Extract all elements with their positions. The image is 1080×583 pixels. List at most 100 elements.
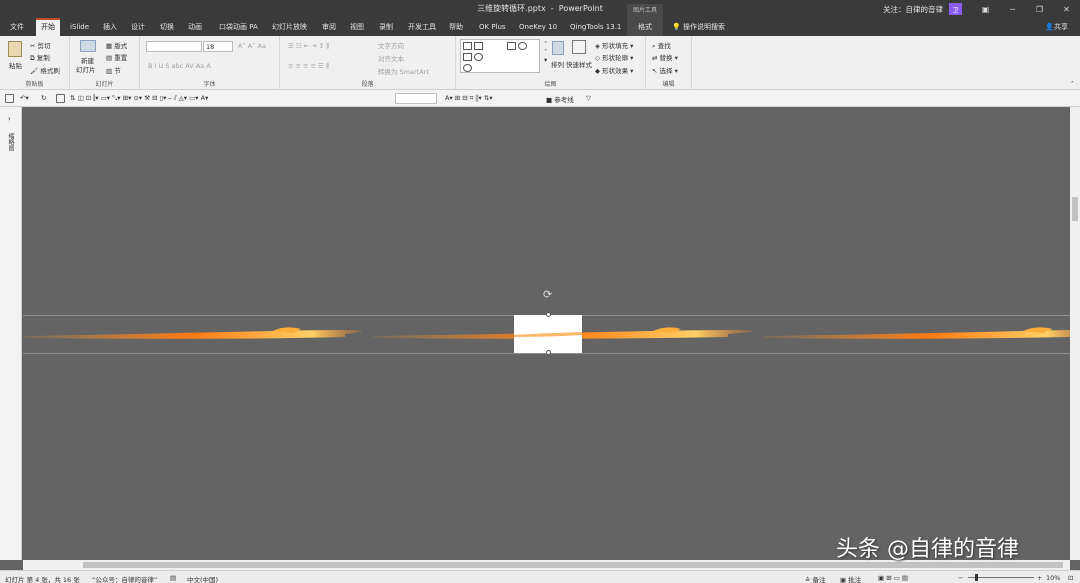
more-tool-icons[interactable]: A▾ ⊞ ⊟ ⌗ ⫼▾ ⇅▾ xyxy=(445,94,493,103)
fit-slide-icon[interactable]: ⊡ xyxy=(1068,574,1073,582)
qat-font-size-box[interactable] xyxy=(395,93,437,104)
vertical-scrollbar[interactable] xyxy=(1070,107,1080,560)
paste-button[interactable]: 粘贴 xyxy=(9,60,22,70)
zoom-level[interactable]: 10% xyxy=(1046,574,1060,582)
ribbon-display-icon[interactable]: ▣ xyxy=(972,0,999,18)
copy-button[interactable]: ⧉ 复制 xyxy=(30,52,50,63)
shape-fill-button[interactable]: ◈ 形状填充 ▾ xyxy=(595,40,633,50)
ribbon: 粘贴 ✂ 剪切 ⧉ 复制 🖌 格式刷 剪贴板 新建 幻灯片 ▦ 版式 ▤ 重置 … xyxy=(0,36,1080,90)
redo-icon[interactable]: ↻ xyxy=(41,94,46,102)
find-button[interactable]: ⌕ 查找 xyxy=(652,40,671,51)
avatar[interactable]: 卫 xyxy=(949,3,962,15)
group-clipboard: 粘贴 ✂ 剪切 ⧉ 复制 🖌 格式刷 剪贴板 xyxy=(0,36,70,90)
tab-design[interactable]: 设计 xyxy=(131,18,145,36)
zoom-slider-knob[interactable] xyxy=(975,574,978,581)
quick-styles-icon[interactable] xyxy=(572,40,586,54)
zoom-out-icon[interactable]: − xyxy=(958,574,963,582)
tell-me-search[interactable]: 💡 操作说明搜索 xyxy=(672,18,725,36)
tab-record[interactable]: 录制 xyxy=(379,18,393,36)
tab-animations[interactable]: 动画 xyxy=(188,18,202,36)
start-slideshow-icon[interactable] xyxy=(56,94,65,103)
rectangle-shape-icon[interactable] xyxy=(507,42,516,50)
minimize-icon[interactable]: ─ xyxy=(999,0,1026,18)
shapes-gallery[interactable] xyxy=(460,39,540,73)
tab-developer[interactable]: 开发工具 xyxy=(408,18,436,36)
font-size-dropdown[interactable]: 18 xyxy=(203,41,233,52)
pie-shape-icon[interactable] xyxy=(463,64,472,72)
checkbox-icon: ■ xyxy=(546,96,555,104)
tab-qingtools[interactable]: QingTools 13.1 xyxy=(570,18,621,36)
selected-picture[interactable] xyxy=(514,315,582,353)
restore-icon[interactable]: ❐ xyxy=(1026,0,1053,18)
arrange-icon[interactable] xyxy=(552,41,564,55)
tab-help[interactable]: 帮助 xyxy=(449,18,463,36)
new-slide-label-2[interactable]: 幻灯片 xyxy=(76,64,96,74)
layout-button[interactable]: ▦ 版式 xyxy=(106,40,127,50)
close-icon[interactable]: ✕ xyxy=(1053,0,1080,18)
tab-format[interactable]: 格式 xyxy=(638,18,652,36)
resize-handle-bottom[interactable] xyxy=(546,350,551,355)
rotate-handle-icon[interactable]: ⟳ xyxy=(543,288,552,301)
collapse-ribbon-icon[interactable]: ˄ xyxy=(1071,80,1074,88)
align-text-button[interactable]: 对齐文本 xyxy=(378,53,404,63)
font-grow-icon[interactable]: A˄ A˅ Aa xyxy=(238,42,266,50)
select-button[interactable]: ↖ 选择 ▾ xyxy=(652,65,678,75)
account-name[interactable]: 关注：自律的音律 xyxy=(883,4,943,15)
tab-review[interactable]: 审阅 xyxy=(322,18,336,36)
oval-shape-icon[interactable] xyxy=(518,42,527,50)
align-icons[interactable]: ≡ ≡ ≡ ≡ ☰ ⫼ xyxy=(288,62,329,71)
resize-handle-top[interactable] xyxy=(546,312,551,317)
share-button[interactable]: 👤共享 xyxy=(1045,18,1068,36)
view-buttons[interactable]: ▣ ⊞ ▭ ▤ xyxy=(878,574,908,582)
tab-transitions[interactable]: 切换 xyxy=(160,18,174,36)
replace-button[interactable]: ⇄ 替换 ▾ xyxy=(652,52,678,62)
arrange-button[interactable]: 排列 xyxy=(551,59,564,69)
tab-okplus[interactable]: OK Plus xyxy=(479,18,506,36)
square-shape-icon[interactable] xyxy=(463,53,472,61)
textbox-v-shape-icon[interactable] xyxy=(474,42,483,50)
quick-access-toolbar: ↶▾ ↻ ⇅ ◫ ⊡ ⫿▾ ▭▾ ⤡▾ ⊞▾ ⊙▾ ⚒ ⊟ ▯▾ ⎯ ⫽ ◬▾ … xyxy=(0,90,1080,107)
quick-styles-button[interactable]: 快速样式 xyxy=(566,59,592,69)
scissors-icon: ✂ xyxy=(30,42,38,50)
tab-file[interactable]: 文件 xyxy=(10,18,24,36)
slide-canvas[interactable]: ⟳ xyxy=(23,107,1070,560)
tab-home[interactable]: 开始 xyxy=(36,18,60,36)
section-button[interactable]: ▥ 节 xyxy=(106,65,121,75)
vertical-scroll-thumb[interactable] xyxy=(1072,197,1078,221)
tab-insert[interactable]: 插入 xyxy=(103,18,117,36)
shape-outline-button[interactable]: ◇ 形状轮廓 ▾ xyxy=(595,52,633,62)
circle-shape-icon[interactable] xyxy=(474,53,483,61)
spellcheck-icon[interactable]: ▤ xyxy=(170,574,176,582)
new-slide-icon[interactable] xyxy=(80,40,96,52)
language-indicator[interactable]: 中文(中国) xyxy=(187,574,218,583)
comment-icon: ▣ xyxy=(840,576,849,583)
tab-slideshow[interactable]: 幻灯片放映 xyxy=(272,18,307,36)
expand-panel-icon[interactable]: › xyxy=(8,115,11,123)
tab-onekey[interactable]: OneKey 10 xyxy=(519,18,557,36)
save-icon[interactable] xyxy=(5,94,14,103)
format-painter-button[interactable]: 🖌 格式刷 xyxy=(30,65,60,75)
cursor-icon: ↖ xyxy=(652,67,660,75)
tab-pocket-animation[interactable]: 口袋动画 PA xyxy=(219,18,258,36)
text-direction-button[interactable]: 文字方向 xyxy=(378,40,404,50)
textbox-shape-icon[interactable] xyxy=(463,42,472,50)
gallery-scroll-icons[interactable]: ˄ ˅ ▾ xyxy=(544,40,547,64)
smartart-button[interactable]: 转换为 SmartArt xyxy=(378,66,429,76)
customize-qat-icon[interactable]: ▽ xyxy=(586,94,591,102)
font-style-icons[interactable]: B I U S abc AV Aa A xyxy=(148,62,211,70)
cut-button[interactable]: ✂ 剪切 xyxy=(30,40,51,50)
reset-button[interactable]: ▤ 重置 xyxy=(106,52,127,62)
zoom-in-icon[interactable]: + xyxy=(1037,574,1042,582)
paste-icon[interactable] xyxy=(8,41,22,57)
font-name-dropdown[interactable] xyxy=(146,41,202,52)
tab-view[interactable]: 视图 xyxy=(350,18,364,36)
person-icon: 👤 xyxy=(1045,23,1054,31)
shape-tools-icons[interactable]: ⇅ ◫ ⊡ ⫿▾ ▭▾ ⤡▾ ⊞▾ ⊙▾ ⚒ ⊟ ▯▾ ⎯ ⫽ ◬▾ ▭▾ A▾ xyxy=(70,94,208,103)
tab-islide[interactable]: iSlide xyxy=(70,18,89,36)
comments-button[interactable]: ▣ 批注 xyxy=(840,574,861,583)
guides-toggle[interactable]: ■ 参考线 xyxy=(546,94,574,104)
notes-button[interactable]: ≙ 备注 xyxy=(805,574,826,583)
shape-effects-button[interactable]: ◆ 形状效果 ▾ xyxy=(595,65,633,75)
list-icons[interactable]: ☰ ☷ ⇤ ⇥ ↕ ⫼ xyxy=(288,42,329,51)
undo-icon[interactable]: ↶▾ xyxy=(20,94,29,102)
